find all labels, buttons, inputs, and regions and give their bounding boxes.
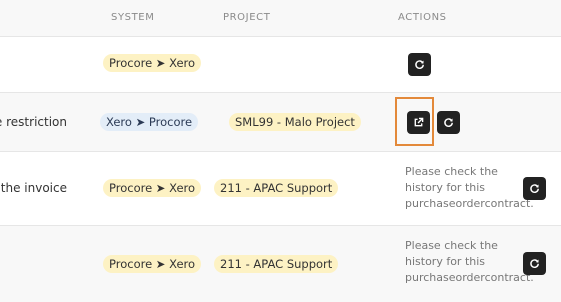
retry-button[interactable] — [523, 177, 546, 200]
refresh-icon — [415, 60, 424, 70]
refresh-icon — [530, 259, 539, 269]
table-row: the invoice Procore ➤ Xero 211 - APAC Su… — [0, 152, 561, 226]
retry-button[interactable] — [523, 252, 546, 275]
retry-button[interactable] — [437, 111, 460, 134]
system-badge: Procore ➤ Xero — [103, 54, 202, 72]
system-badge: Procore ➤ Xero — [103, 179, 202, 197]
status-note: Please check the history for this purcha… — [405, 239, 534, 284]
retry-button[interactable] — [408, 53, 431, 76]
refresh-icon — [444, 118, 453, 128]
refresh-icon — [530, 184, 539, 194]
table-row: Procore ➤ Xero 211 - APAC Support Please… — [0, 226, 561, 302]
table-header: SYSTEM PROJECT ACTIONS — [0, 0, 561, 37]
row-description: ice restriction — [0, 115, 67, 129]
system-badge: Xero ➤ Procore — [100, 113, 199, 131]
project-badge: 211 - APAC Support — [214, 255, 339, 273]
column-header-system: SYSTEM — [111, 12, 155, 23]
table-row: Procore ➤ Xero — [0, 37, 561, 93]
project-badge: 211 - APAC Support — [214, 179, 339, 197]
column-header-project: PROJECT — [223, 12, 271, 23]
highlight-box — [395, 97, 434, 146]
table-row: ice restriction Xero ➤ Procore SML99 - M… — [0, 93, 561, 152]
column-header-actions: ACTIONS — [398, 12, 447, 23]
system-badge: Procore ➤ Xero — [103, 255, 202, 273]
row-description: the invoice — [0, 181, 67, 195]
status-note: Please check the history for this purcha… — [405, 165, 534, 210]
project-badge: SML99 - Malo Project — [229, 113, 361, 131]
